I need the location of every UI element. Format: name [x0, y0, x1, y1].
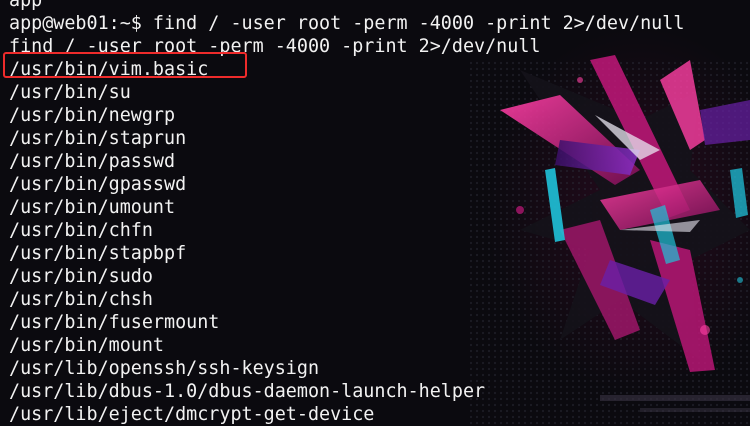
terminal-line: /usr/bin/newgrp: [9, 105, 176, 126]
terminal-line: /usr/bin/chsh: [9, 289, 153, 310]
red-highlight-box: [3, 52, 247, 78]
terminal-window[interactable]: app app@web01:~$ find / -user root -perm…: [0, 0, 750, 426]
terminal-line: app: [9, 0, 43, 11]
terminal-line: /usr/bin/chfn: [9, 220, 153, 241]
terminal-line: /usr/bin/sudo: [9, 266, 153, 287]
terminal-line: /usr/lib/eject/dmcrypt-get-device: [9, 404, 375, 425]
terminal-line: /usr/bin/umount: [9, 197, 176, 218]
terminal-line: /usr/bin/su: [9, 82, 131, 103]
terminal-line: /usr/bin/mount: [9, 335, 165, 356]
terminal-line: /usr/bin/staprun: [9, 128, 187, 149]
terminal-line: /usr/lib/openssh/ssh-keysign: [9, 358, 320, 379]
terminal-line: /usr/bin/gpasswd: [9, 174, 187, 195]
terminal-line: /usr/lib/dbus-1.0/dbus-daemon-launch-hel…: [9, 381, 486, 402]
terminal-line: /usr/bin/fusermount: [9, 312, 220, 333]
command-prompt-line: app@web01:~$ find / -user root -perm -40…: [9, 13, 685, 34]
terminal-line: /usr/bin/stapbpf: [9, 243, 187, 264]
terminal-line: /usr/bin/passwd: [9, 151, 176, 172]
